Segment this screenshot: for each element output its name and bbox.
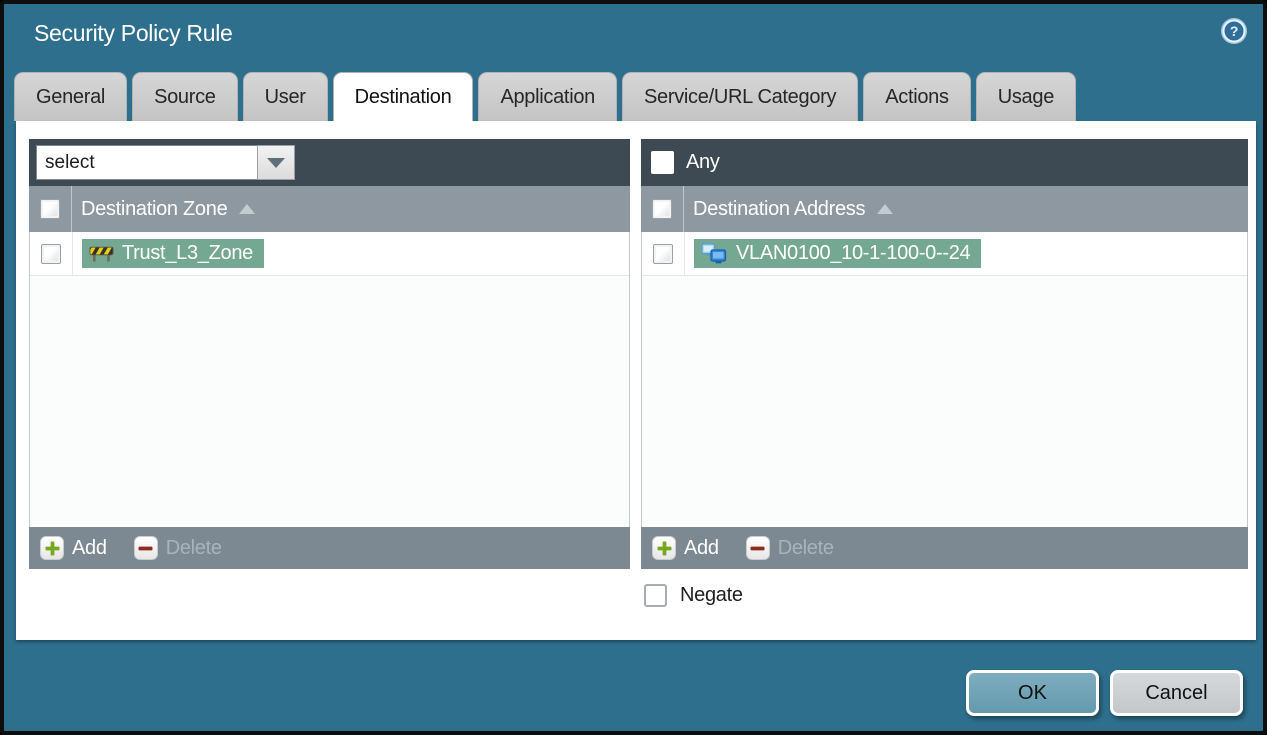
sort-ascending-icon bbox=[877, 204, 894, 214]
zone-row-label: Trust_L3_Zone bbox=[122, 242, 253, 264]
address-panel-footer: Add Delete bbox=[641, 527, 1248, 569]
network-computers-icon bbox=[701, 242, 728, 265]
dialog-title: Security Policy Rule bbox=[34, 20, 233, 46]
negate-toggle[interactable]: Negate bbox=[644, 584, 743, 607]
address-add-button[interactable]: Add bbox=[652, 536, 719, 560]
svg-text:?: ? bbox=[1230, 23, 1238, 39]
minus-icon bbox=[745, 536, 770, 560]
tab-destination[interactable]: Destination bbox=[332, 72, 474, 121]
address-row-label: VLAN0100_10-1-100-0--24 bbox=[736, 242, 971, 264]
negate-label: Negate bbox=[680, 584, 743, 606]
tab-source[interactable]: Source bbox=[132, 72, 238, 121]
sort-ascending-icon bbox=[239, 204, 256, 214]
negate-checkbox[interactable] bbox=[644, 584, 667, 607]
address-row-checkbox[interactable] bbox=[653, 243, 673, 264]
any-label: Any bbox=[686, 151, 720, 173]
zone-panel-toolbar bbox=[29, 139, 630, 186]
address-header-check-col bbox=[641, 186, 684, 232]
help-icon[interactable]: ? bbox=[1220, 17, 1248, 45]
plus-icon bbox=[652, 536, 676, 560]
zone-row-value[interactable]: Trust_L3_Zone bbox=[82, 239, 264, 268]
address-column-title: Destination Address bbox=[693, 197, 866, 220]
ok-button[interactable]: OK bbox=[966, 670, 1099, 716]
table-row[interactable]: Trust_L3_Zone bbox=[30, 232, 629, 276]
zone-column-title: Destination Zone bbox=[81, 197, 228, 220]
address-panel-toolbar: Any bbox=[641, 139, 1248, 186]
address-delete-button[interactable]: Delete bbox=[745, 536, 834, 560]
any-checkbox[interactable] bbox=[651, 151, 674, 174]
tab-usage[interactable]: Usage bbox=[975, 72, 1077, 121]
zone-header-check-col bbox=[29, 186, 72, 232]
zone-column-header[interactable]: Destination Zone bbox=[29, 186, 630, 232]
address-row-check-col bbox=[642, 232, 685, 275]
zone-select-dropdown-button[interactable] bbox=[257, 145, 295, 180]
tab-bar: General Source User Destination Applicat… bbox=[14, 72, 1077, 121]
zone-select-all-checkbox[interactable] bbox=[40, 199, 60, 219]
address-column-header[interactable]: Destination Address bbox=[641, 186, 1248, 232]
address-add-label: Add bbox=[684, 536, 719, 559]
security-policy-rule-dialog: Security Policy Rule ? General Source Us… bbox=[0, 0, 1267, 735]
tab-actions[interactable]: Actions bbox=[863, 72, 971, 121]
zone-rows-area: Trust_L3_Zone bbox=[29, 232, 630, 527]
destination-zone-panel: Destination Zone bbox=[29, 139, 630, 569]
address-row-value[interactable]: VLAN0100_10-1-100-0--24 bbox=[694, 239, 982, 268]
zone-row-checkbox[interactable] bbox=[41, 243, 61, 264]
destination-tab-content: Destination Zone bbox=[16, 121, 1256, 640]
zone-select-input[interactable] bbox=[36, 145, 257, 180]
minus-icon bbox=[133, 536, 158, 560]
tab-service-url-category[interactable]: Service/URL Category bbox=[621, 72, 859, 121]
zone-select-combo bbox=[36, 145, 295, 180]
zone-add-label: Add bbox=[72, 536, 107, 559]
plus-icon bbox=[40, 536, 64, 560]
zone-barrier-icon bbox=[89, 245, 114, 262]
destination-address-panel: Any Destination Address VLAN0100_10-1-10… bbox=[641, 139, 1248, 569]
cancel-button[interactable]: Cancel bbox=[1110, 670, 1243, 716]
zone-delete-label: Delete bbox=[165, 536, 222, 559]
tab-user[interactable]: User bbox=[242, 72, 328, 121]
tab-application[interactable]: Application bbox=[478, 72, 617, 121]
tab-general[interactable]: General bbox=[14, 72, 128, 121]
address-select-all-checkbox[interactable] bbox=[652, 199, 672, 219]
zone-delete-button[interactable]: Delete bbox=[133, 536, 222, 560]
table-row[interactable]: VLAN0100_10-1-100-0--24 bbox=[642, 232, 1247, 276]
chevron-down-icon bbox=[267, 157, 285, 168]
address-rows-area: VLAN0100_10-1-100-0--24 bbox=[641, 232, 1248, 527]
any-toggle[interactable]: Any bbox=[648, 151, 720, 174]
zone-panel-footer: Add Delete bbox=[29, 527, 630, 569]
zone-add-button[interactable]: Add bbox=[40, 536, 107, 560]
address-delete-label: Delete bbox=[777, 536, 834, 559]
zone-row-check-col bbox=[30, 232, 73, 275]
